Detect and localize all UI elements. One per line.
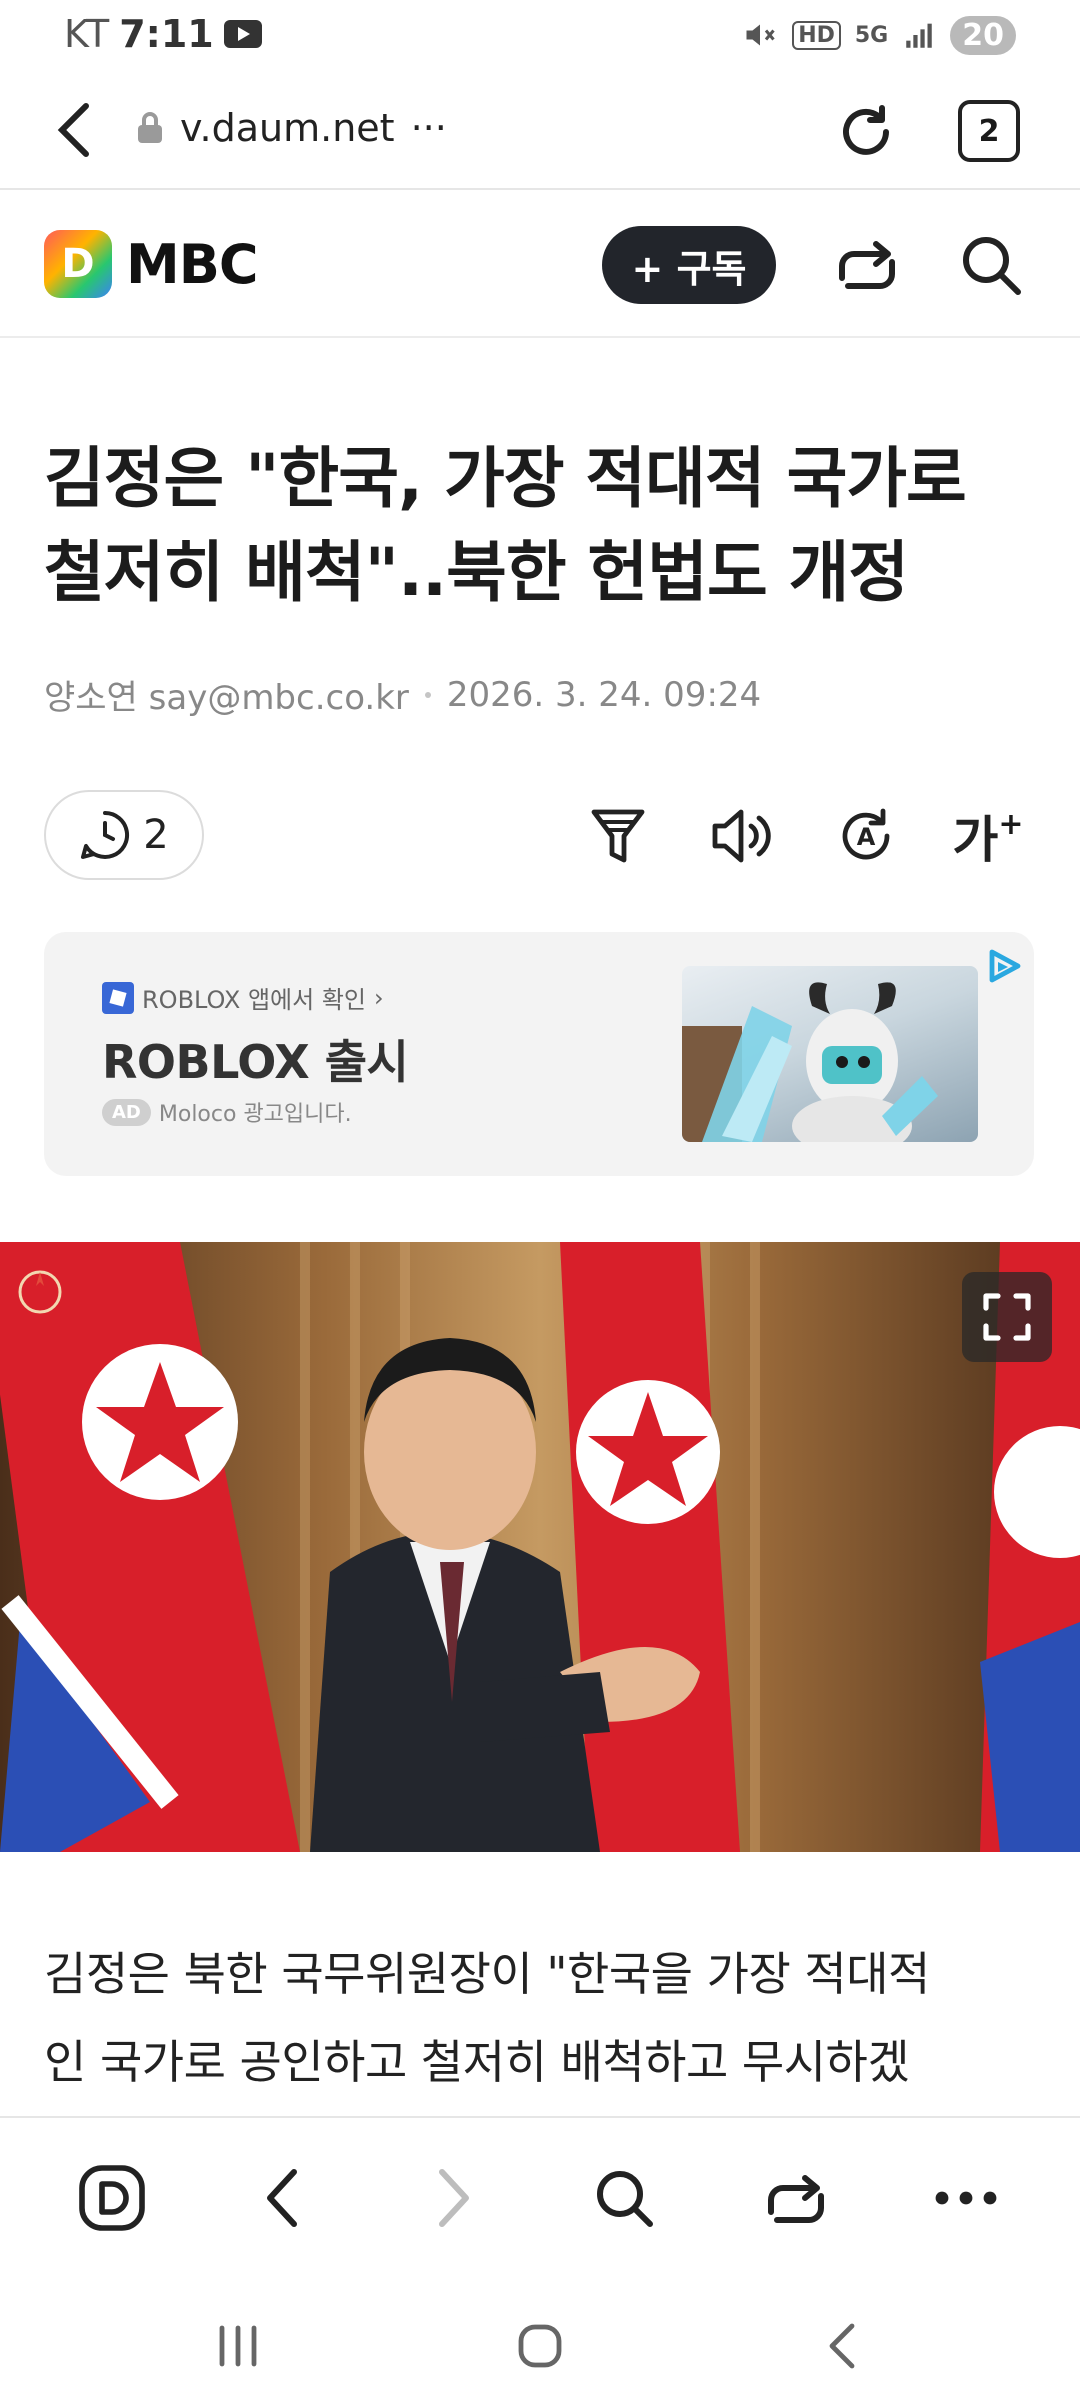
headline-line-2: 철저히 배척"..북한 헌법도 개정 [44,534,909,611]
home-button[interactable] [500,2306,580,2386]
nav-search-button[interactable] [584,2158,664,2238]
lock-icon [138,112,162,143]
ad-disclaimer-text: Moloco 광고입니다. [158,1102,352,1127]
back-icon [829,2323,855,2369]
speaker-icon [712,809,771,863]
ad-banner[interactable]: ROBLOX 앱에서 확인 › ROBLOX 출시 AD Moloco 광고입니… [44,932,1034,1176]
ad-source-label: ROBLOX 앱에서 확인 [142,986,367,1014]
tab-count-button[interactable]: 2 [958,100,1020,162]
author[interactable]: 양소연 say@mbc.co.kr [44,670,409,719]
font-size-label: 가 [952,811,999,869]
translate-icon: A [842,808,890,860]
more-dots-icon [935,2191,997,2205]
read-aloud-button[interactable] [706,800,778,872]
search-icon[interactable] [958,232,1024,298]
signal-icon [906,23,932,48]
body-line-2: 인 국가로 공인하고 철저히 배척하고 무시하겠 [44,2035,910,2089]
reload-icon[interactable] [834,100,898,164]
nav-share-button[interactable] [756,2158,836,2238]
ad-badge: AD [102,1098,151,1126]
fullscreen-icon [983,1293,1031,1341]
site-header: D MBC + 구독 [0,190,1080,338]
brand[interactable]: D MBC [44,230,259,298]
recent-apps-button[interactable] [198,2306,278,2386]
body-line-1: 김정은 북한 국무위원장이 "한국을 가장 적대적 [44,1947,930,2001]
nav-forward-button[interactable] [414,2158,494,2238]
url-more: ··· [410,106,447,150]
byline: 양소연 say@mbc.co.kr 2026. 3. 24. 09:24 [44,670,761,719]
nav-back-button[interactable] [242,2158,322,2238]
nav-more-button[interactable] [926,2158,1006,2238]
font-size-button[interactable]: 가 + [952,800,1024,872]
back-icon[interactable] [50,100,100,160]
comment-icon [81,810,130,859]
system-navigation [0,2276,1080,2408]
address-bar[interactable]: v.daum.net ··· [136,106,447,150]
status-right: HD 5G 20 [742,10,1016,60]
network-label: 5G [854,22,889,48]
daum-d-icon [79,2165,145,2231]
ad-source[interactable]: ROBLOX 앱에서 확인 › [102,980,384,1015]
roblox-logo [102,981,134,1014]
share-icon [768,2175,824,2223]
ad-disclaimer: AD Moloco 광고입니다. [102,1096,352,1128]
article-body: 김정은 북한 국무위원장이 "한국을 가장 적대적 인 국가로 공인하고 철저히… [44,1930,1044,2106]
daum-home-button[interactable] [72,2158,152,2238]
translate-button[interactable]: A [830,800,902,872]
article-headline: 김정은 "한국, 가장 적대적 국가로 철저히 배척"..북한 헌법도 개정 [44,432,1044,620]
status-left: KT 7:11 [64,8,262,60]
adchoices-icon[interactable] [984,946,1024,986]
chevron-right-icon [439,2169,469,2227]
ad-image[interactable] [682,966,978,1142]
battery-indicator: 20 [950,15,1016,55]
browser-toolbar: v.daum.net ··· 2 [0,70,1080,190]
font-size-plus-icon: + [998,806,1024,842]
home-icon [518,2324,562,2368]
chevron-right-icon: › [374,983,384,1012]
mute-icon [746,24,775,46]
recents-icon [219,2325,257,2367]
chevron-left-icon [267,2169,297,2227]
share-icon[interactable] [834,234,900,294]
comment-button[interactable]: 2 [44,790,204,880]
url-text: v.daum.net [180,106,395,150]
headline-line-1: 김정은 "한국, 가장 적대적 국가로 [44,440,967,517]
publish-date: 2026. 3. 24. 09:24 [446,674,762,715]
svg-text:A: A [857,823,876,851]
status-bar: KT 7:11 HD 5G 20 [0,0,1080,70]
byline-separator [424,691,431,698]
clock: 7:11 [119,12,214,56]
system-back-button[interactable] [802,2306,882,2386]
hd-badge: HD [792,20,841,50]
fullscreen-button[interactable] [962,1272,1052,1362]
filter-icon [591,809,645,863]
ad-title: ROBLOX 출시 [102,1035,409,1089]
search-icon [597,2171,653,2227]
bottom-navigation [0,2116,1080,2276]
summary-button[interactable] [582,800,654,872]
ad-character-illustration [682,982,938,1142]
brand-name: MBC [126,232,259,296]
carrier-label: KT [64,12,110,56]
article-photo[interactable] [0,1242,1080,1852]
subscribe-button[interactable]: + 구독 [602,226,776,304]
youtube-notification-icon [223,20,262,48]
comment-count: 2 [143,812,169,858]
daum-logo: D [44,230,112,298]
article-photo-illustration [0,1242,1080,1852]
